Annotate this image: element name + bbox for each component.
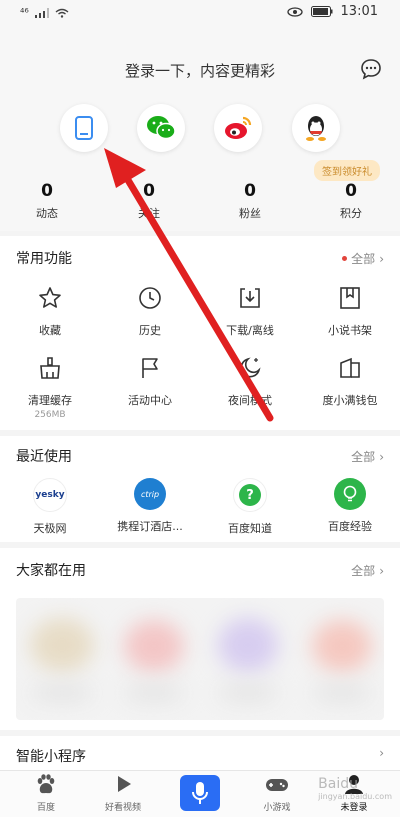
gamepad-icon <box>266 779 288 791</box>
tab-label: 百度 <box>36 803 55 813</box>
voice-search-button[interactable] <box>180 775 220 811</box>
annotation-arrow <box>104 148 274 422</box>
paw-icon <box>37 774 55 794</box>
watermark-text: Baidu <box>318 776 359 792</box>
tab-label: 好看视频 <box>104 803 141 813</box>
tab-mini-games[interactable]: 小游戏 <box>237 773 317 813</box>
watermark-sub: jingyan.baidu.com <box>318 792 392 801</box>
tab-haokan-video[interactable]: 好看视频 <box>83 773 163 813</box>
tab-label: 小游戏 <box>263 803 291 813</box>
play-icon <box>118 776 131 792</box>
watermark: Baidu jingyan.baidu.com <box>318 776 392 801</box>
tab-label: 未登录 <box>340 803 368 813</box>
microphone-icon <box>192 782 208 804</box>
tab-baidu[interactable]: 百度 <box>6 773 86 813</box>
